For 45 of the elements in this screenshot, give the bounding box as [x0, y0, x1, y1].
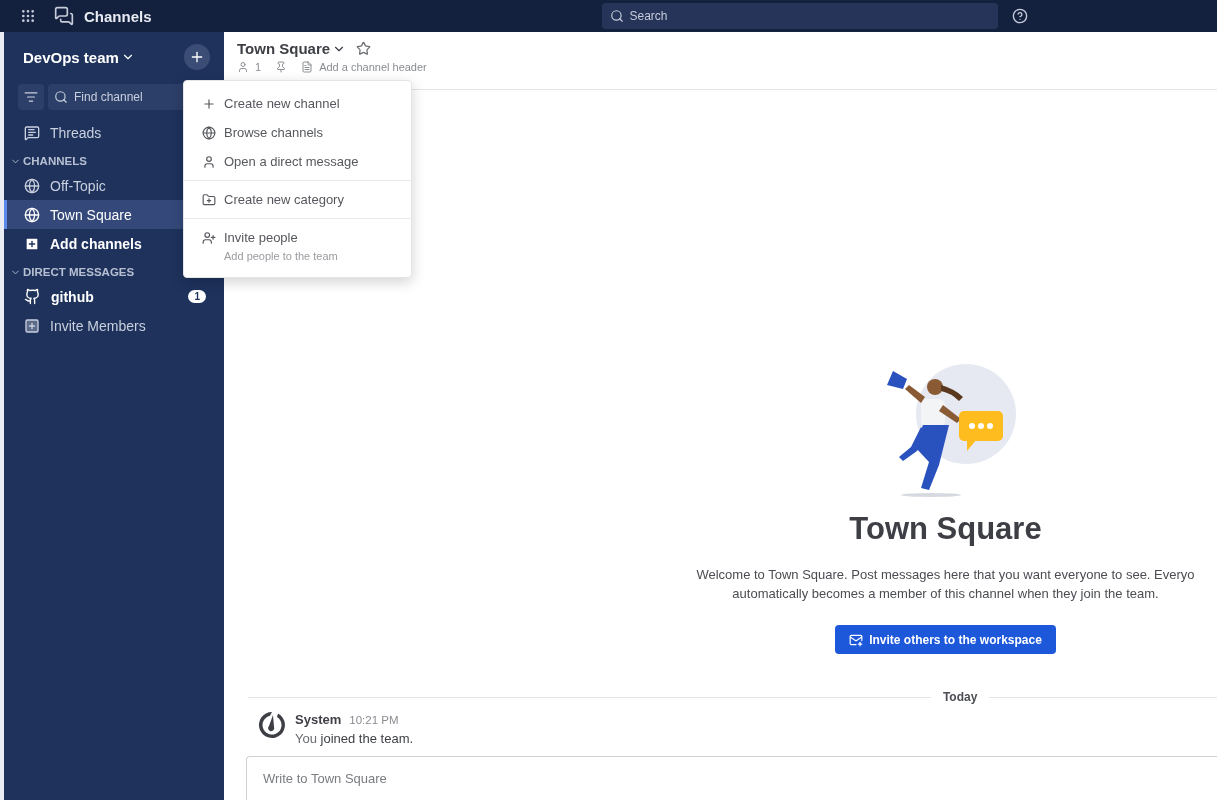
channel-header-placeholder[interactable]: Add a channel header — [319, 61, 427, 73]
cat-logo-icon — [24, 288, 41, 305]
team-name[interactable]: DevOps team — [23, 48, 135, 66]
search-field[interactable]: Search — [601, 3, 998, 29]
plus-square-icon — [24, 235, 40, 252]
mail-plus-icon — [849, 632, 864, 647]
welcome-text: Welcome to Town Square. Post messages here that you want everyone to see. Everyo automatically becomes a member of this channel when they join the team. — [696, 566, 1195, 603]
plus-icon — [202, 97, 216, 111]
member-count[interactable]: 1 — [255, 61, 262, 73]
logo-avatar-icon — [257, 710, 287, 740]
search-icon — [609, 9, 624, 23]
channel-name[interactable]: Town Square — [237, 40, 347, 57]
document-icon — [301, 61, 314, 73]
invite-button[interactable]: Invite others to the workspace — [835, 625, 1056, 654]
person-icon — [202, 155, 216, 169]
search-icon — [54, 90, 68, 104]
star-icon[interactable] — [356, 41, 372, 56]
help-icon[interactable] — [1011, 8, 1028, 24]
message-input[interactable]: Write to Town Square — [246, 756, 1217, 800]
chat-bubbles-icon — [54, 6, 74, 26]
app-grid-icon[interactable] — [20, 8, 36, 24]
filter-button[interactable] — [18, 84, 44, 110]
sidebar-item[interactable]: Invite Members — [4, 311, 224, 340]
person-plus-icon — [202, 231, 216, 245]
post-text: You joined the team. — [295, 731, 414, 746]
globe-icon — [202, 126, 216, 140]
post-author[interactable]: System — [295, 712, 342, 727]
folder-plus-icon — [202, 193, 216, 207]
globe-icon — [24, 177, 40, 194]
date-separator: Today — [942, 690, 978, 704]
post-time: 10:21 PM — [349, 714, 399, 726]
plus-icon — [189, 49, 205, 65]
search-placeholder: Search — [629, 9, 668, 23]
filter-icon — [24, 90, 38, 104]
threads-icon — [24, 124, 40, 141]
sidebar-item[interactable]: github 1 — [4, 282, 224, 311]
intro-title: Town Square — [849, 511, 1042, 547]
pin-icon[interactable] — [275, 61, 288, 73]
app-title: Channels — [84, 7, 152, 25]
unread-count: 1 — [188, 290, 206, 303]
globe-icon — [24, 206, 40, 223]
find-channel-placeholder: Find channel — [74, 90, 143, 104]
person-icon — [237, 61, 249, 73]
plus-square-icon — [24, 317, 40, 334]
add-button[interactable] — [184, 44, 210, 70]
